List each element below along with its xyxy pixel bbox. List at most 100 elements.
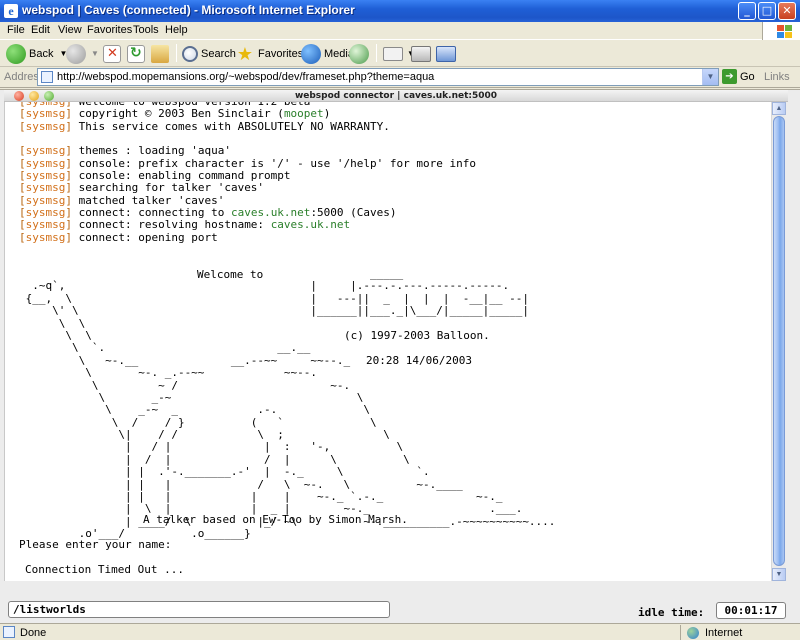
home-icon — [151, 44, 169, 63]
sysmsg-tag: sysmsg — [25, 181, 66, 195]
forward-arrow-icon — [66, 43, 86, 64]
menu-bar: File Edit View Favorites Tools Help — [0, 22, 800, 40]
console-message: themes : loading 'aqua' — [78, 144, 231, 158]
media-icon — [301, 43, 321, 64]
server-datetime: 20:28 14/06/2003 — [366, 354, 472, 367]
console-message: console: enabling command prompt — [78, 169, 291, 183]
ascii-art-line: | | .'-._______.-' | -._ \ `. — [19, 465, 430, 479]
console-message: matched talker 'caves' — [78, 193, 225, 207]
idle-time-label: idle time: — [638, 606, 705, 619]
page-status-icon — [3, 626, 15, 638]
address-bar: Address http://webspod.mopemansions.org/… — [0, 67, 800, 88]
console-message: connect: opening port — [78, 230, 218, 244]
back-arrow-icon — [6, 43, 26, 64]
edit-page-icon — [436, 45, 456, 62]
welcome-text: Welcome to — [197, 268, 264, 281]
menu-help[interactable]: Help — [165, 24, 188, 36]
console-message: searching for talker 'caves' — [78, 181, 265, 195]
toolbar: Back ▼ ▼ ✕ ↻ Search ★ Favorites Media ▼ — [0, 40, 800, 67]
caves-ascii-art: _____ .~q`, | |.---.-.---.-----.-----. {… — [19, 267, 556, 553]
minimize-button[interactable]: _ — [738, 2, 756, 20]
close-button[interactable]: ✕ — [778, 2, 796, 20]
page-content: webspod connector | caves.uk.net:5000 [s… — [0, 89, 800, 623]
status-text: Done — [20, 627, 47, 639]
sysmsg-tag: sysmsg — [25, 156, 66, 170]
history-icon — [349, 43, 369, 64]
sysmsg-tag: sysmsg — [25, 144, 66, 158]
refresh-button[interactable]: ↻ — [127, 42, 148, 65]
console-lines: [sysmsg] Welcome to webspod version 1.2 … — [19, 102, 476, 244]
links-toolbar[interactable]: Links — [764, 71, 790, 83]
internet-globe-icon — [687, 626, 699, 639]
menu-tools[interactable]: Tools — [133, 24, 159, 36]
ascii-art-line: \ ~-. _.--~~ ~~--. — [19, 366, 318, 380]
name-prompt: Please enter your name: — [19, 538, 172, 551]
ascii-art-line: | / | | : '-, \ — [19, 440, 404, 454]
scroll-up-icon[interactable]: ▲ — [772, 102, 786, 115]
console-scrollbar[interactable]: ▲ ▼ — [771, 102, 786, 581]
menu-file[interactable]: File — [7, 24, 25, 36]
copyright-text: (c) 1997-2003 Balloon. — [344, 329, 490, 342]
home-button[interactable] — [151, 42, 172, 65]
forward-dropdown-icon[interactable]: ▼ — [91, 49, 99, 58]
window-title: webspod | Caves (connected) - Microsoft … — [22, 3, 355, 17]
sysmsg-tag: sysmsg — [25, 193, 66, 207]
history-button[interactable] — [349, 42, 372, 65]
maximize-button[interactable]: □ — [758, 2, 776, 20]
address-url[interactable]: http://webspod.mopemansions.org/~webspod… — [57, 71, 434, 83]
favorites-button[interactable]: ★ Favorites — [235, 42, 303, 65]
scroll-down-icon[interactable]: ▼ — [772, 568, 786, 581]
ascii-art-line: .~q`, | |.---.-.---.-----.-----. — [19, 279, 510, 293]
favorites-star-icon: ★ — [236, 43, 254, 64]
address-input[interactable]: http://webspod.mopemansions.org/~webspod… — [37, 68, 719, 86]
sysmsg-tag: sysmsg — [25, 119, 66, 133]
console-line: [sysmsg] This service comes with ABSOLUT… — [19, 119, 390, 133]
scroll-thumb[interactable] — [773, 116, 785, 566]
stop-icon: ✕ — [103, 44, 121, 63]
frame-title: webspod connector | caves.uk.net:5000 — [294, 91, 498, 101]
console-link[interactable]: moopet — [284, 107, 324, 120]
print-icon — [411, 45, 431, 62]
ie-icon: e — [4, 4, 18, 18]
windows-logo-icon — [762, 22, 800, 40]
title-bar: e webspod | Caves (connected) - Microsof… — [0, 0, 800, 22]
console-link[interactable]: caves.uk.net — [271, 218, 350, 231]
search-button[interactable]: Search — [182, 42, 236, 65]
media-button[interactable]: Media — [301, 42, 354, 65]
stop-button[interactable]: ✕ — [103, 42, 124, 65]
edit-button[interactable] — [436, 42, 459, 65]
ascii-art-line: \ _-~ _ .-. \ — [19, 403, 370, 417]
sysmsg-tag: sysmsg — [25, 169, 66, 183]
mail-icon — [383, 46, 403, 61]
ascii-art-line: \ `. __.__ — [19, 341, 311, 355]
toolbar-separator — [176, 44, 177, 62]
print-button[interactable] — [411, 42, 434, 65]
console-message: This service comes with ABSOLUTELY NO WA… — [78, 119, 390, 133]
back-button[interactable]: Back ▼ — [6, 42, 67, 65]
security-zone: Internet — [680, 625, 800, 640]
menu-view[interactable]: View — [58, 24, 82, 36]
go-arrow-icon: ➔ — [722, 69, 737, 84]
menu-favorites[interactable]: Favorites — [87, 24, 132, 36]
page-icon — [41, 71, 53, 83]
refresh-icon: ↻ — [127, 44, 145, 63]
timeout-message: Connection Timed Out ... — [25, 563, 184, 576]
console-output: [sysmsg] Welcome to webspod version 1.2 … — [4, 102, 772, 581]
console-line: [sysmsg] connect: opening port — [19, 230, 218, 244]
console-link[interactable]: caves.uk.net — [231, 206, 310, 219]
talker-credit: A talker based on Ew-Too by Simon Marsh. — [143, 513, 408, 526]
frame-titlebar: webspod connector | caves.uk.net:5000 — [4, 90, 788, 102]
menu-edit[interactable]: Edit — [31, 24, 50, 36]
sysmsg-tag: sysmsg — [25, 107, 66, 121]
sysmsg-tag: sysmsg — [25, 206, 66, 220]
forward-button[interactable]: ▼ — [66, 42, 99, 65]
toolbar-separator — [376, 44, 377, 62]
address-dropdown-icon[interactable]: ▼ — [702, 69, 718, 85]
ascii-art-line: \' \ |______||___._|\___/|_____|_____| — [19, 304, 529, 318]
console-message: console: prefix character is '/' - use '… — [78, 156, 476, 170]
sysmsg-tag: sysmsg — [25, 230, 66, 244]
command-input[interactable]: /listworlds — [8, 601, 390, 618]
search-icon — [182, 45, 198, 62]
go-button[interactable]: ➔ Go — [722, 69, 755, 84]
status-bar: Done Internet — [0, 623, 800, 640]
